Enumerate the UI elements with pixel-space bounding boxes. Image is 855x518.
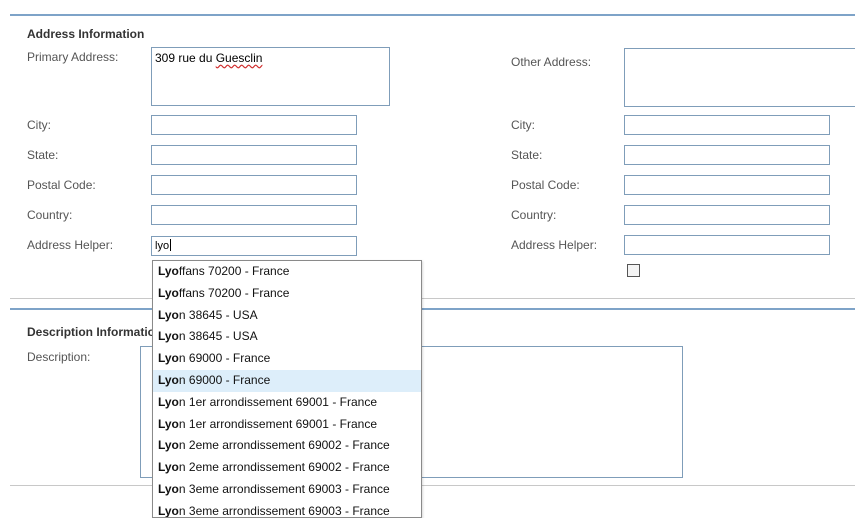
autocomplete-option-rest: n 2eme arrondissement 69002 - France: [178, 438, 390, 453]
autocomplete-option[interactable]: Lyon 69000 - France: [153, 348, 421, 370]
autocomplete-option-rest: n 38645 - USA: [178, 329, 258, 344]
autocomplete-option[interactable]: Lyon 1er arrondissement 69001 - France: [153, 414, 421, 436]
autocomplete-option-rest: n 2eme arrondissement 69002 - France: [178, 460, 390, 475]
autocomplete-option[interactable]: Lyon 3eme arrondissement 69003 - France: [153, 479, 421, 501]
autocomplete-option-match: Lyo: [158, 329, 179, 344]
autocomplete-option[interactable]: Lyon 3eme arrondissement 69003 - France: [153, 501, 421, 517]
autocomplete-option-rest: n 69000 - France: [178, 372, 271, 387]
other-state-input[interactable]: [624, 145, 830, 165]
autocomplete-option-match: Lyo: [158, 394, 179, 409]
autocomplete-option[interactable]: Lyon 38645 - USA: [153, 326, 421, 348]
primary-address-spellcheck-word: Guesclin: [215, 51, 263, 65]
other-city-label: City:: [511, 118, 535, 132]
address-section-bottom-rule: [10, 298, 855, 299]
autocomplete-option[interactable]: Lyon 2eme arrondissement 69002 - France: [153, 457, 421, 479]
autocomplete-option-rest: n 69000 - France: [178, 351, 271, 366]
other-state-label: State:: [511, 148, 543, 162]
description-label: Description:: [27, 350, 91, 364]
primary-postal-code-input[interactable]: [151, 175, 357, 195]
primary-city-input[interactable]: [151, 115, 357, 135]
other-address-helper-input[interactable]: [624, 235, 830, 255]
description-section-title: Description Information: [27, 325, 163, 339]
primary-country-label: Country:: [27, 208, 73, 222]
autocomplete-option-match: Lyo: [158, 481, 179, 496]
autocomplete-option-rest: n 3eme arrondissement 69003 - France: [178, 481, 390, 496]
other-address-helper-label: Address Helper:: [511, 238, 598, 252]
autocomplete-option-rest: n 1er arrondissement 69001 - France: [178, 394, 377, 409]
autocomplete-option-match: Lyo: [158, 372, 179, 387]
autocomplete-option-rest: ffans 70200 - France: [178, 285, 290, 300]
other-city-input[interactable]: [624, 115, 830, 135]
primary-state-input[interactable]: [151, 145, 357, 165]
other-country-label: Country:: [511, 208, 557, 222]
text-cursor: [170, 239, 172, 251]
description-section-top-rule: [10, 308, 855, 310]
autocomplete-option-match: Lyo: [158, 460, 179, 475]
other-postal-code-label: Postal Code:: [511, 178, 580, 192]
autocomplete-option-match: Lyo: [158, 351, 179, 366]
primary-city-label: City:: [27, 118, 51, 132]
address-helper-typed-text: lyo: [155, 240, 170, 252]
description-section-bottom-rule: [10, 485, 855, 486]
primary-address-label: Primary Address:: [27, 50, 119, 64]
autocomplete-option-rest: ffans 70200 - France: [178, 264, 290, 278]
autocomplete-option-match: Lyo: [158, 438, 179, 453]
copy-address-checkbox[interactable]: [627, 264, 640, 277]
primary-state-label: State:: [27, 148, 59, 162]
primary-postal-code-label: Postal Code:: [27, 178, 96, 192]
primary-address-value-text: 309 rue du: [155, 51, 216, 65]
autocomplete-option-rest: n 1er arrondissement 69001 - France: [178, 416, 377, 431]
autocomplete-option[interactable]: Lyoffans 70200 - France: [153, 283, 421, 305]
autocomplete-option-match: Lyo: [158, 264, 179, 278]
autocomplete-option[interactable]: Lyon 2eme arrondissement 69002 - France: [153, 435, 421, 457]
autocomplete-option-match: Lyo: [158, 416, 179, 431]
autocomplete-option[interactable]: Lyon 38645 - USA: [153, 305, 421, 327]
other-country-input[interactable]: [624, 205, 830, 225]
address-autocomplete-dropdown: Lyoffans 70200 - France Lyoffans 70200 - …: [152, 260, 422, 518]
other-address-label: Other Address:: [511, 55, 592, 69]
address-section-top-rule: [10, 14, 855, 16]
primary-address-helper-input[interactable]: lyo: [151, 236, 357, 256]
primary-address-helper-label: Address Helper:: [27, 238, 114, 252]
primary-country-input[interactable]: [151, 205, 357, 225]
other-address-textarea[interactable]: [624, 48, 855, 107]
autocomplete-option-rest: n 38645 - USA: [178, 307, 258, 322]
primary-address-value: 309 rue du Guesclin: [155, 51, 262, 65]
autocomplete-option[interactable]: Lyoffans 70200 - France: [153, 261, 421, 283]
autocomplete-option-match: Lyo: [158, 285, 179, 300]
autocomplete-option-match: Lyo: [158, 307, 179, 322]
other-postal-code-input[interactable]: [624, 175, 830, 195]
address-section-title: Address Information: [27, 27, 145, 41]
autocomplete-option[interactable]: Lyon 1er arrondissement 69001 - France: [153, 392, 421, 414]
autocomplete-option[interactable]: Lyon 69000 - France: [153, 369, 421, 392]
